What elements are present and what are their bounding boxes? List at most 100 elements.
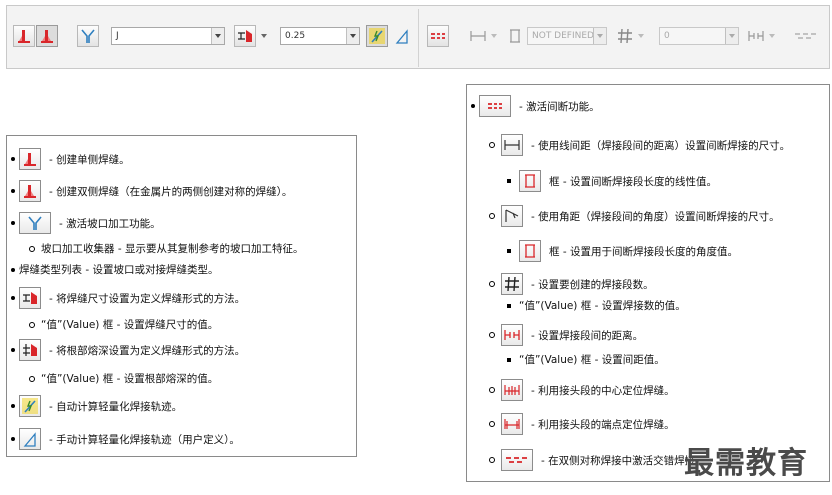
count-value-select[interactable]: 0 xyxy=(659,27,739,45)
auto-trajectory-icon xyxy=(22,398,38,414)
double-weld-button[interactable] xyxy=(36,25,58,47)
list-item: - 激活间断功能。 xyxy=(471,95,600,117)
list-item: - 使用角距（焊接段间的角度）设置间断焊接的尺寸。 xyxy=(489,205,780,227)
manual-trajectory-icon xyxy=(23,432,36,447)
linear-pitch-button[interactable] xyxy=(467,25,489,47)
list-item: - 设置要创建的焊接段数。 xyxy=(489,273,654,295)
list-item: “值”(Value) 框 - 设置根部熔深的值。 xyxy=(29,371,218,386)
chevron-down-icon xyxy=(593,28,606,44)
item-text: 坡口加工收集器 - 显示要从其复制参考的坡口加工特征。 xyxy=(41,243,304,255)
weld-size-dropdown[interactable] xyxy=(259,27,269,45)
count-mode-dropdown[interactable] xyxy=(636,27,646,45)
item-text: - 创建单侧焊缝。 xyxy=(49,153,130,166)
item-text: 框 - 设置用于间断焊接段长度的角度值。 xyxy=(549,245,738,258)
segment-length-icon-frame xyxy=(519,170,541,192)
auto-lightweight-button[interactable] xyxy=(366,25,388,47)
linear-pitch-icon xyxy=(470,31,486,41)
chevron-down-icon xyxy=(346,28,359,44)
bullet xyxy=(11,267,15,272)
single-weld-icon xyxy=(18,30,30,43)
staggered-icon xyxy=(506,457,527,463)
end-locate-icon-frame xyxy=(501,413,523,435)
list-item: 焊缝类型列表 - 设置坡口或对接焊缝类型。 xyxy=(11,262,218,277)
position-mode-dropdown[interactable] xyxy=(767,27,777,45)
list-item: - 创建单侧焊缝。 xyxy=(11,148,130,170)
item-text: - 手动计算轻量化焊接轨迹（用户定义）。 xyxy=(49,433,240,446)
bullet xyxy=(489,457,495,463)
toolbar-divider xyxy=(418,9,419,67)
weld-size-icon xyxy=(23,292,37,304)
double-weld-icon xyxy=(41,30,53,43)
root-penetration-icon-frame xyxy=(19,339,41,361)
staggered-button[interactable] xyxy=(791,25,821,47)
left-help-panel: - 创建单侧焊缝。 - 创建双侧焊缝（在金属片的两侧创建对称的焊缝）。 - 激活… xyxy=(6,135,357,457)
weld-type-select[interactable]: J xyxy=(111,27,225,45)
edge-prep-icon-frame xyxy=(19,212,51,234)
size-value-select[interactable]: 0.25 xyxy=(280,27,360,45)
segment-length-icon xyxy=(525,174,535,188)
edge-prep-button[interactable] xyxy=(77,25,99,47)
linear-pitch-icon-frame xyxy=(501,134,523,156)
count-value: 0 xyxy=(664,31,670,41)
item-text: - 设置要创建的焊接段数。 xyxy=(531,278,654,291)
item-text: “值”(Value) 框 - 设置间距值。 xyxy=(519,354,665,366)
item-text: - 利用接头段的端点定位焊缝。 xyxy=(531,418,675,431)
weld-count-button[interactable] xyxy=(614,25,636,47)
segment-length-icon xyxy=(510,29,520,43)
bullet xyxy=(489,421,495,427)
staggered-icon-frame xyxy=(501,449,533,471)
list-item: “值”(Value) 框 - 设置焊缝尺寸的值。 xyxy=(29,317,218,332)
list-item: - 创建双侧焊缝（在金属片的两侧创建对称的焊缝）。 xyxy=(11,180,292,202)
item-text: 焊缝类型列表 - 设置坡口或对接焊缝类型。 xyxy=(19,264,219,276)
list-item: “值”(Value) 框 - 设置焊接数的值。 xyxy=(507,298,686,313)
center-locate-icon-frame xyxy=(501,379,523,401)
weld-spacing-icon-frame xyxy=(501,324,523,346)
item-text: “值”(Value) 框 - 设置根部熔深的值。 xyxy=(41,373,219,385)
segment-length-select[interactable]: NOT DEFINED xyxy=(527,27,607,45)
staggered-icon xyxy=(795,33,816,39)
pitch-mode-dropdown[interactable] xyxy=(489,27,499,45)
list-item: - 将焊缝尺寸设置为定义焊缝形式的方法。 xyxy=(11,287,245,309)
bullet xyxy=(471,104,475,108)
single-weld-icon-frame xyxy=(19,148,41,170)
item-text: - 设置焊接段间的距离。 xyxy=(531,329,644,342)
bullet xyxy=(489,387,495,393)
item-text: - 使用角距（焊接段间的角度）设置间断焊接的尺寸。 xyxy=(531,210,780,223)
list-item: - 将根部熔深设置为定义焊缝形式的方法。 xyxy=(11,339,245,361)
weld-spacing-button[interactable] xyxy=(745,25,767,47)
segment-length-button[interactable] xyxy=(504,25,526,47)
item-text: “值”(Value) 框 - 设置焊接数的值。 xyxy=(519,300,686,312)
auto-trajectory-icon xyxy=(369,28,385,44)
weld-size-method-button[interactable] xyxy=(234,25,256,47)
intermittent-button[interactable] xyxy=(427,25,449,47)
list-item: - 利用接头段的中心定位焊缝。 xyxy=(489,379,675,401)
bullet xyxy=(507,179,511,183)
linear-pitch-icon xyxy=(504,140,520,150)
auto-trajectory-icon-frame xyxy=(19,395,41,417)
bullet xyxy=(29,375,35,382)
bullet xyxy=(11,189,15,193)
intermittent-icon xyxy=(431,33,445,39)
manual-trajectory-icon xyxy=(395,29,408,44)
bullet xyxy=(489,213,495,219)
list-item: - 自动计算轻量化焊接轨迹。 xyxy=(11,395,182,417)
list-item: - 利用接头段的端点定位焊缝。 xyxy=(489,413,675,435)
bullet xyxy=(29,321,35,328)
size-value: 0.25 xyxy=(285,31,306,41)
bullet xyxy=(489,332,495,338)
item-text: - 将焊缝尺寸设置为定义焊缝形式的方法。 xyxy=(49,292,246,305)
item-text: - 将根部熔深设置为定义焊缝形式的方法。 xyxy=(49,344,246,357)
bullet xyxy=(11,348,15,352)
bullet xyxy=(11,221,15,225)
edge-prep-icon xyxy=(28,216,42,230)
intermittent-icon-frame xyxy=(479,95,511,117)
bullet xyxy=(489,142,495,148)
angular-pitch-icon xyxy=(505,209,519,222)
manual-lightweight-button[interactable] xyxy=(391,25,413,47)
weld-size-icon-frame xyxy=(19,287,41,309)
bullet xyxy=(11,296,15,300)
list-item: - 手动计算轻量化焊接轨迹（用户定义）。 xyxy=(11,428,240,450)
weld-size-icon xyxy=(238,30,252,42)
bullet xyxy=(507,249,511,253)
single-weld-button[interactable] xyxy=(13,25,35,47)
